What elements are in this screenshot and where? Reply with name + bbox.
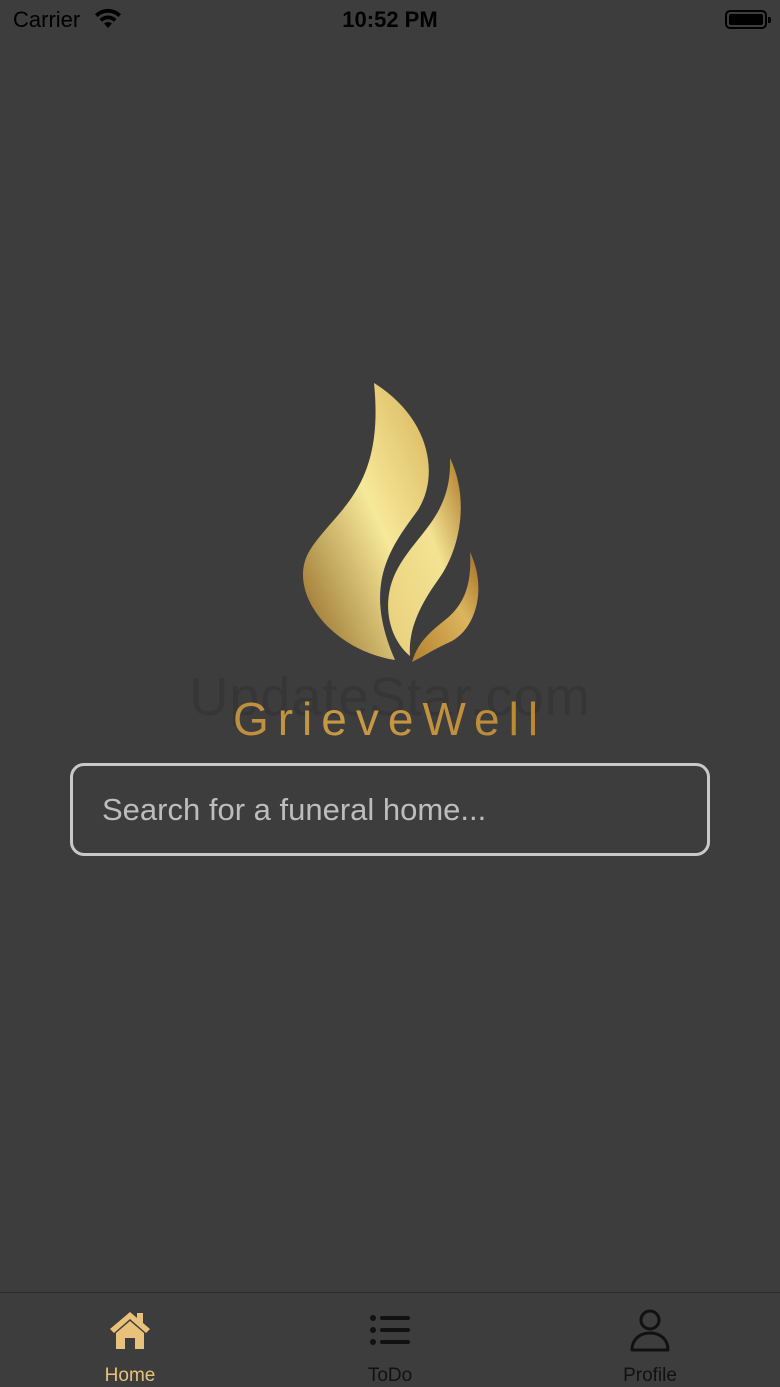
tab-label-profile: Profile bbox=[623, 1365, 677, 1386]
person-icon bbox=[630, 1309, 670, 1352]
battery-icon bbox=[725, 10, 771, 29]
status-bar: Carrier 10:52 PM bbox=[0, 0, 780, 40]
home-screen: Carrier 10:52 PM GrieveWell Search for a… bbox=[0, 0, 780, 1387]
tab-label-home: Home bbox=[104, 1365, 156, 1386]
list-icon bbox=[370, 1315, 410, 1345]
home-icon bbox=[110, 1312, 150, 1349]
search-input[interactable] bbox=[73, 766, 707, 853]
brand-name: GrieveWell bbox=[0, 692, 780, 746]
status-time: 10:52 PM bbox=[342, 7, 438, 32]
tab-home[interactable]: Home bbox=[50, 1293, 210, 1387]
tab-todo[interactable]: ToDo bbox=[310, 1293, 470, 1387]
tab-profile[interactable]: Profile bbox=[570, 1293, 730, 1387]
tab-bar: Home ToDo Profile bbox=[0, 1292, 780, 1387]
search-box[interactable] bbox=[70, 763, 710, 856]
tab-label-todo: ToDo bbox=[367, 1365, 413, 1386]
flame-logo-icon bbox=[302, 383, 479, 662]
